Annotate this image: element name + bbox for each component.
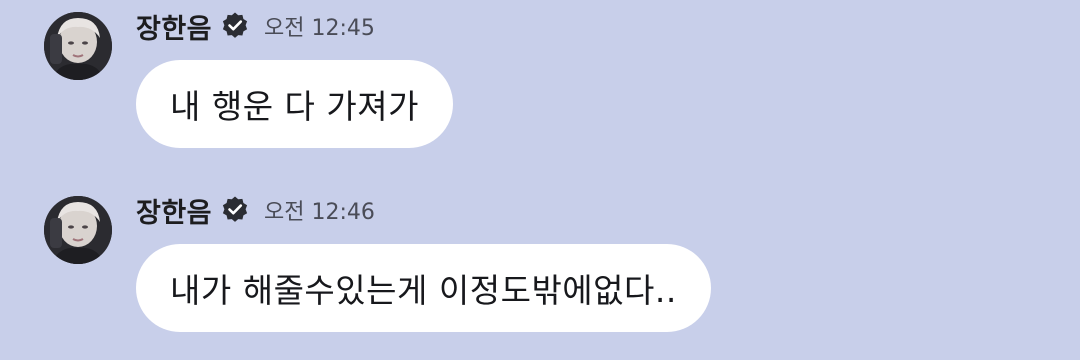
chat-view: 장한음 오전 12:45 내 행운 다 가져가 장한음 오전 12:46 내가 … <box>0 0 1080 360</box>
verified-badge-icon <box>220 195 250 225</box>
avatar[interactable] <box>44 196 112 264</box>
chat-message: 장한음 오전 12:46 내가 해줄수있는게 이정도밖에없다.. <box>0 184 1080 354</box>
message-header: 장한음 오전 12:45 <box>136 6 375 46</box>
sender-name[interactable]: 장한음 <box>136 7 212 46</box>
sender-name[interactable]: 장한음 <box>136 191 212 230</box>
message-time: 오전 12:45 <box>264 16 375 41</box>
message-time: 오전 12:46 <box>264 200 375 225</box>
message-bubble[interactable]: 내 행운 다 가져가 <box>136 60 453 148</box>
verified-badge-icon <box>220 11 250 41</box>
chat-message: 장한음 오전 12:45 내 행운 다 가져가 <box>0 0 1080 170</box>
avatar[interactable] <box>44 12 112 80</box>
message-text: 내 행운 다 가져가 <box>170 87 419 126</box>
message-text: 내가 해줄수있는게 이정도밖에없다.. <box>170 271 677 310</box>
message-bubble[interactable]: 내가 해줄수있는게 이정도밖에없다.. <box>136 244 711 332</box>
avatar-photo-icon <box>44 12 112 80</box>
avatar-photo-icon <box>44 196 112 264</box>
message-header: 장한음 오전 12:46 <box>136 190 375 230</box>
